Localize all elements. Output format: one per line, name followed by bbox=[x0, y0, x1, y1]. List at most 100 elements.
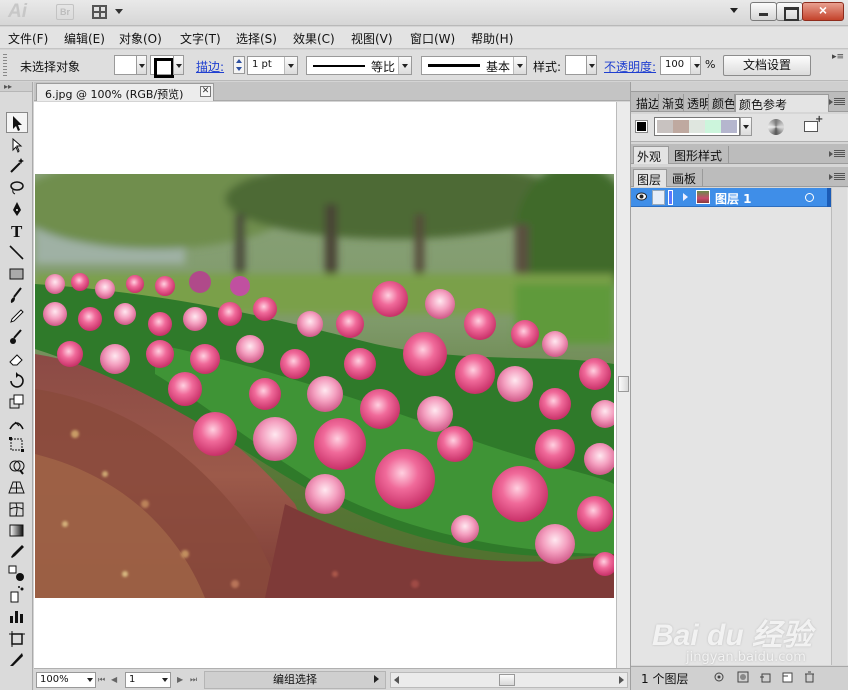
scroll-thumb[interactable] bbox=[499, 674, 515, 686]
eye-icon[interactable] bbox=[636, 192, 647, 201]
paintbrush-tool[interactable] bbox=[6, 285, 28, 306]
line-tool[interactable] bbox=[6, 242, 28, 263]
eyedropper-tool[interactable] bbox=[6, 542, 28, 563]
tab-color-guide[interactable]: 颜色参考 bbox=[735, 94, 829, 112]
stroke-weight-select[interactable]: 1 pt bbox=[247, 56, 298, 75]
brush-definition-select[interactable]: 基本 bbox=[421, 56, 527, 75]
symbol-sprayer-tool[interactable] bbox=[6, 584, 28, 605]
panel-menu-icon[interactable] bbox=[829, 150, 845, 158]
menu-file[interactable]: 文件(F) bbox=[8, 30, 48, 47]
tab-artboards[interactable]: 画板 bbox=[669, 169, 703, 187]
next-artboard-icon[interactable]: ▶ bbox=[177, 674, 186, 685]
last-artboard-icon[interactable]: ⏭ bbox=[190, 674, 199, 685]
free-transform-tool[interactable] bbox=[6, 434, 28, 455]
arrange-documents-button[interactable] bbox=[90, 3, 126, 22]
opacity-input[interactable]: 100 bbox=[660, 56, 701, 75]
locate-object-icon[interactable] bbox=[713, 671, 725, 683]
tab-transparency[interactable]: 透明 bbox=[684, 94, 709, 112]
menu-effect[interactable]: 效果(C) bbox=[293, 30, 335, 47]
panel-menu-icon[interactable] bbox=[829, 173, 845, 181]
create-new-layer-icon[interactable] bbox=[781, 671, 793, 683]
magic-wand-tool[interactable] bbox=[6, 155, 28, 176]
stroke-weight-stepper[interactable] bbox=[233, 56, 245, 74]
control-bar-menu-icon[interactable]: ▸≡ bbox=[832, 52, 844, 64]
tab-graphic-styles[interactable]: 图形样式 bbox=[671, 146, 729, 164]
harmony-rules-preview[interactable] bbox=[654, 117, 740, 136]
menu-type[interactable]: 文字(T) bbox=[180, 30, 221, 47]
close-window-button[interactable]: × bbox=[802, 2, 844, 21]
slice-tool[interactable] bbox=[6, 649, 28, 670]
tab-stroke[interactable]: 描边 bbox=[633, 94, 659, 112]
fill-dropdown[interactable] bbox=[136, 55, 147, 75]
column-graph-tool[interactable] bbox=[6, 606, 28, 627]
blob-brush-tool[interactable] bbox=[6, 327, 28, 348]
graphic-style-dropdown[interactable] bbox=[586, 55, 597, 75]
menu-window[interactable]: 窗口(W) bbox=[410, 30, 455, 47]
maximize-button[interactable] bbox=[776, 2, 803, 21]
document-tab[interactable]: 6.jpg @ 100% (RGB/预览) ✕ bbox=[36, 83, 214, 101]
mesh-tool[interactable] bbox=[6, 499, 28, 520]
workspace-switcher-dropdown[interactable] bbox=[730, 8, 738, 13]
gradient-tool[interactable] bbox=[6, 520, 28, 541]
rectangle-tool[interactable] bbox=[6, 263, 28, 284]
scroll-right-icon[interactable] bbox=[619, 676, 624, 684]
trash-icon[interactable] bbox=[803, 671, 815, 683]
layer-row[interactable]: 图层 1 bbox=[631, 188, 831, 207]
width-tool[interactable] bbox=[6, 413, 28, 434]
pencil-tool[interactable] bbox=[6, 306, 28, 327]
save-color-group-icon[interactable] bbox=[804, 114, 823, 132]
menu-object[interactable]: 对象(O) bbox=[119, 30, 162, 47]
current-tool-status[interactable]: 编组选择 bbox=[204, 671, 386, 689]
dock-header[interactable] bbox=[631, 82, 848, 92]
stroke-dropdown[interactable] bbox=[173, 55, 184, 75]
tab-color[interactable]: 颜色 bbox=[709, 94, 735, 112]
previous-artboard-icon[interactable]: ◀ bbox=[111, 674, 120, 685]
first-artboard-icon[interactable]: ⏮ bbox=[98, 674, 107, 685]
menu-edit[interactable]: 编辑(E) bbox=[64, 30, 105, 47]
base-color-swatch[interactable] bbox=[635, 120, 648, 133]
menu-select[interactable]: 选择(S) bbox=[236, 30, 277, 47]
lasso-tool[interactable] bbox=[6, 177, 28, 198]
menu-view[interactable]: 视图(V) bbox=[351, 30, 393, 47]
canvas-vertical-scrollbar[interactable] bbox=[616, 102, 630, 668]
zoom-select[interactable]: 100% bbox=[36, 672, 96, 688]
opacity-panel-link[interactable]: 不透明度: bbox=[604, 58, 656, 75]
tab-layers[interactable]: 图层 bbox=[633, 169, 667, 187]
perspective-grid-tool[interactable] bbox=[6, 477, 28, 498]
layers-scrollbar[interactable] bbox=[831, 188, 847, 665]
shape-builder-tool[interactable] bbox=[6, 456, 28, 477]
control-bar-grip[interactable] bbox=[3, 54, 7, 78]
scroll-thumb[interactable] bbox=[618, 376, 629, 392]
menu-help[interactable]: 帮助(H) bbox=[471, 30, 513, 47]
create-new-sublayer-icon[interactable] bbox=[759, 671, 771, 683]
lock-toggle[interactable] bbox=[652, 190, 665, 205]
stroke-swatch[interactable] bbox=[150, 55, 174, 78]
scroll-left-icon[interactable] bbox=[394, 676, 399, 684]
stroke-panel-link[interactable]: 描边: bbox=[196, 58, 224, 75]
artboard-select[interactable]: 1 bbox=[125, 672, 171, 688]
selection-tool[interactable] bbox=[6, 112, 28, 133]
tools-panel-header[interactable]: ▸▸ bbox=[0, 82, 32, 92]
tab-appearance[interactable]: 外观 bbox=[633, 146, 669, 164]
canvas-horizontal-scrollbar[interactable] bbox=[390, 672, 628, 688]
rotate-tool[interactable] bbox=[6, 371, 28, 392]
artboard-tool[interactable] bbox=[6, 628, 28, 649]
close-icon[interactable]: ✕ bbox=[200, 86, 211, 97]
status-menu-arrow-icon[interactable] bbox=[374, 675, 379, 683]
edit-colors-icon[interactable] bbox=[768, 119, 784, 135]
eraser-tool[interactable] bbox=[6, 349, 28, 370]
tab-gradient[interactable]: 渐变 bbox=[659, 94, 684, 112]
layer-name[interactable]: 图层 1 bbox=[715, 190, 752, 207]
direct-selection-tool[interactable] bbox=[6, 135, 28, 156]
scale-tool[interactable] bbox=[6, 391, 28, 412]
target-icon[interactable] bbox=[805, 193, 814, 202]
expand-triangle-icon[interactable] bbox=[683, 193, 688, 201]
type-tool[interactable]: T bbox=[6, 220, 28, 241]
variable-width-profile-select[interactable]: 等比 bbox=[306, 56, 412, 75]
blend-tool[interactable] bbox=[6, 563, 28, 584]
harmony-rules-dropdown[interactable] bbox=[740, 117, 752, 136]
artboard-canvas[interactable] bbox=[34, 102, 616, 668]
document-setup-button[interactable]: 文档设置 bbox=[723, 55, 811, 76]
pen-tool[interactable] bbox=[6, 199, 28, 220]
bridge-button[interactable]: Br bbox=[56, 4, 74, 20]
